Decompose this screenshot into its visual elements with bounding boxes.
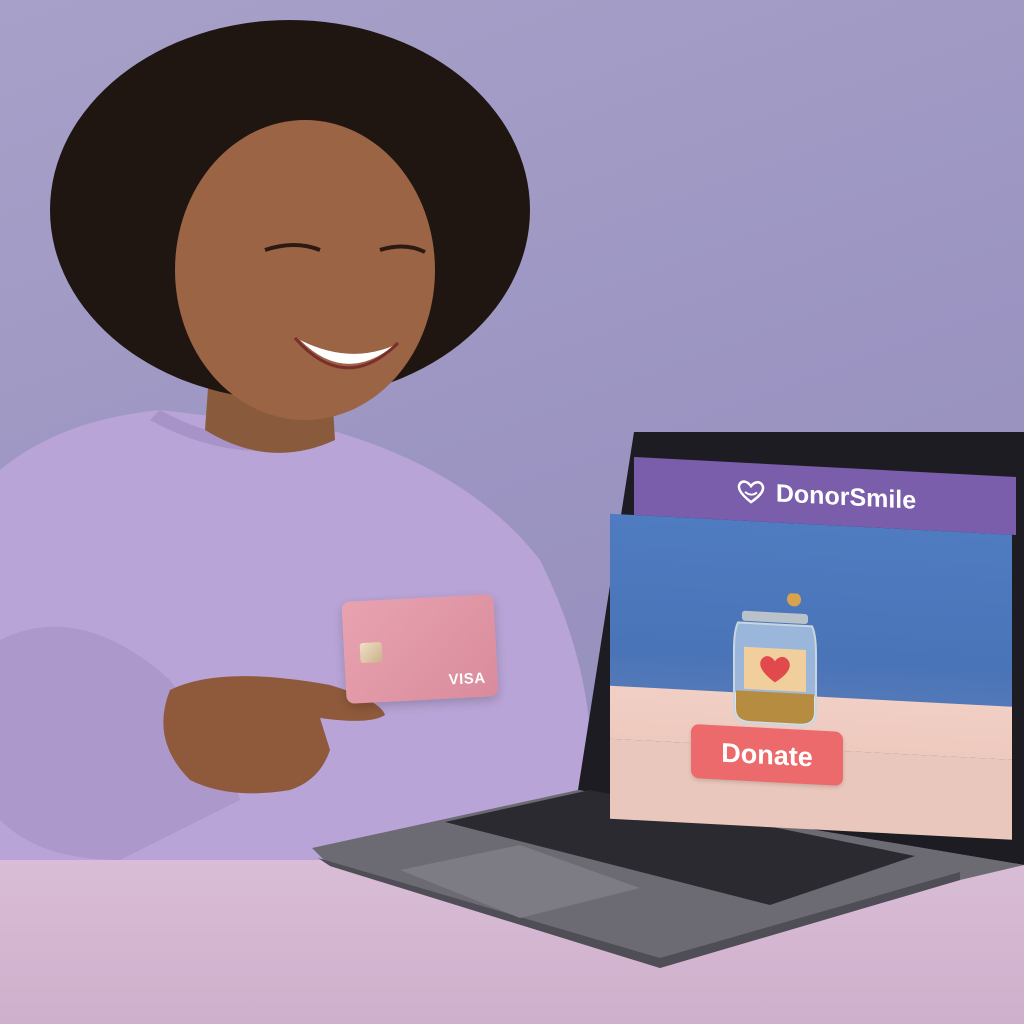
card-brand-label: VISA [448, 669, 487, 689]
heart-jar-icon [733, 592, 817, 727]
heart-smile-icon [737, 480, 765, 504]
smiling-person [0, 20, 600, 940]
hero-image [610, 513, 1012, 760]
card-chip-icon [359, 642, 383, 664]
site-brand-name: DonorSmile [775, 478, 917, 515]
laptop-screen: DonorSmile Donate [596, 455, 1016, 847]
credit-card: VISA [341, 594, 499, 704]
desk-surface [0, 860, 1024, 1024]
donate-button[interactable]: Donate [691, 723, 843, 786]
photo-scene: VISA DonorSmile Donate [0, 0, 1024, 1024]
